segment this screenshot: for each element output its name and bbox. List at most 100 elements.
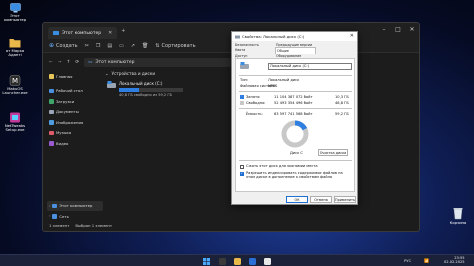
sort-label: Сортировать [161, 42, 196, 49]
ok-label: ОК [294, 197, 300, 202]
selected-count: Выбран 1 элемент [75, 223, 113, 228]
desktop-icon-makuos[interactable]: M MakuOS Launcher.exe [2, 75, 28, 96]
up-button[interactable]: ↑ [67, 60, 71, 65]
type-value: Локальный диск [268, 78, 300, 82]
compress-label: Сжать этот диск для экономии места [246, 164, 318, 168]
status-bar: 1 элемент Выбран 1 элемент [49, 223, 112, 228]
drive-icon [107, 81, 116, 88]
desktop-icon [49, 88, 54, 93]
section-title: Устройства и диски [111, 71, 156, 76]
nav-item-documents[interactable]: Документы [47, 107, 103, 118]
paste-button[interactable]: ▤ [107, 43, 112, 49]
nav-item-label: Видео [56, 140, 69, 146]
capacity-bytes: 63 597 741 568 байт [274, 112, 313, 116]
divider [239, 75, 352, 76]
new-tab-button[interactable]: + [121, 28, 125, 34]
desktop-icon-label: Корзина [449, 220, 467, 225]
chevron-right-icon: › [49, 203, 51, 208]
nav-item-label: Сеть [59, 213, 69, 219]
desktop-icon-this-pc[interactable]: Этот компьютер [2, 3, 28, 23]
language-indicator[interactable]: РУС [404, 258, 411, 263]
free-swatch [240, 101, 244, 105]
store-icon[interactable] [264, 257, 271, 265]
plus-icon: ⊕ [49, 42, 55, 49]
rename-button[interactable]: ▭ [119, 43, 124, 49]
used-bytes: 11 104 387 072 байт [274, 94, 313, 99]
computer-icon: ▭ [88, 59, 93, 65]
share-button[interactable]: ↗ [131, 43, 135, 49]
desktop-icon-recycle-bin[interactable]: Корзина [445, 207, 471, 225]
desktop-icon-label: от Маркa Адаптi [5, 48, 25, 58]
nav-item-videos[interactable]: Видео [47, 138, 103, 149]
sort-icon: ⇅ [155, 42, 160, 49]
close-icon[interactable]: ✕ [108, 30, 112, 36]
index-label: Разрешить индексировать содержимое файло… [246, 171, 343, 180]
installer-icon [10, 112, 20, 123]
desktop-icon-label: MakuOS Launcher.exe [2, 86, 28, 96]
computer-icon [9, 3, 21, 13]
wifi-icon[interactable]: 📶 [424, 258, 429, 263]
cut-button[interactable]: ✂ [85, 43, 89, 49]
disk-cleanup-button[interactable]: Очистка диска [318, 149, 348, 156]
maximize-button[interactable]: □ [391, 23, 405, 35]
dialog-tabs: Безопасность Предыдущие версии Квота Общ… [232, 41, 357, 59]
video-icon [49, 141, 54, 146]
close-button[interactable]: ✕ [350, 33, 354, 39]
edge-icon[interactable] [249, 257, 256, 265]
capacity-label: Ёмкость: [246, 112, 263, 116]
svg-text:M: M [12, 77, 18, 85]
nav-item-this-pc[interactable]: › Этот компьютер [47, 200, 103, 211]
search-icon[interactable] [219, 257, 226, 265]
clock[interactable]: 23:55 02.02.2025 [444, 256, 465, 265]
refresh-button[interactable]: ⟳ [75, 60, 79, 65]
scissors-icon: ✂ [84, 42, 89, 49]
fs-value: NTFS [268, 84, 278, 88]
nav-item-label: Загрузки [56, 98, 75, 104]
window-controls: – □ ✕ [377, 23, 419, 35]
sort-button[interactable]: ⇅ Сортировать [155, 43, 195, 49]
drive-tile[interactable]: Локальный диск (C:) 40,8 ГБ свободно из … [107, 81, 183, 97]
desktop-icon-folder[interactable]: от Маркa Адаптi [2, 37, 28, 58]
back-button[interactable]: ← [49, 60, 53, 65]
copy-button[interactable]: ❐ [96, 43, 100, 49]
drive-name: Локальный диск (C:) [119, 81, 163, 86]
cancel-button[interactable]: Отмена [310, 196, 332, 203]
folder-icon [9, 39, 21, 48]
nav-item-downloads[interactable]: Загрузки [47, 96, 103, 107]
desktop-icon-nettweaks[interactable]: NetTweaks Setup.exe [2, 112, 28, 133]
clock-date: 02.02.2025 [444, 259, 465, 264]
nav-item-label: Этот компьютер [59, 203, 93, 209]
minimize-button[interactable]: – [377, 23, 391, 35]
index-checkbox[interactable]: ✓ [240, 171, 244, 176]
disk-usage-donut [281, 120, 309, 148]
compress-checkbox[interactable] [240, 165, 244, 169]
chevron-right-icon: › [49, 214, 51, 219]
nav-item-music[interactable]: Музыка [47, 128, 103, 139]
drive-label-input[interactable]: Локальный диск (С:) [268, 63, 352, 70]
nav-item-pictures[interactable]: Изображения [47, 117, 103, 128]
section-header[interactable]: ⌄ Устройства и диски [105, 71, 183, 76]
tab-label: Этот компьютер [62, 30, 102, 36]
address-bar[interactable]: ▭ Этот компьютер [84, 57, 235, 67]
drive-icon [240, 62, 249, 69]
explorer-tab[interactable]: Этот компьютер ✕ [48, 27, 118, 39]
file-explorer-icon[interactable] [234, 257, 241, 265]
nav-item-label: Документы [56, 109, 79, 115]
apply-label: Применить [335, 197, 355, 202]
copy-icon: ❐ [95, 42, 101, 49]
nav-item-network[interactable]: › Сеть [47, 211, 103, 222]
divider [239, 160, 352, 161]
forward-button[interactable]: → [58, 60, 62, 65]
free-bytes: 52 493 354 496 байт [274, 100, 313, 105]
create-button[interactable]: ⊕ Создать [49, 42, 78, 49]
recycle-bin-icon [453, 208, 463, 220]
nav-item-home[interactable]: Главная [47, 71, 103, 82]
nav-item-desktop[interactable]: Рабочий стол [47, 86, 103, 97]
ok-button[interactable]: ОК [286, 196, 308, 203]
apply-button[interactable]: Применить [334, 196, 356, 203]
start-button[interactable] [203, 257, 210, 265]
close-button[interactable]: ✕ [405, 23, 419, 35]
delete-button[interactable]: 🗑 [142, 43, 148, 49]
paste-icon: ▤ [107, 42, 113, 49]
disk-name: Диск C [290, 151, 303, 155]
